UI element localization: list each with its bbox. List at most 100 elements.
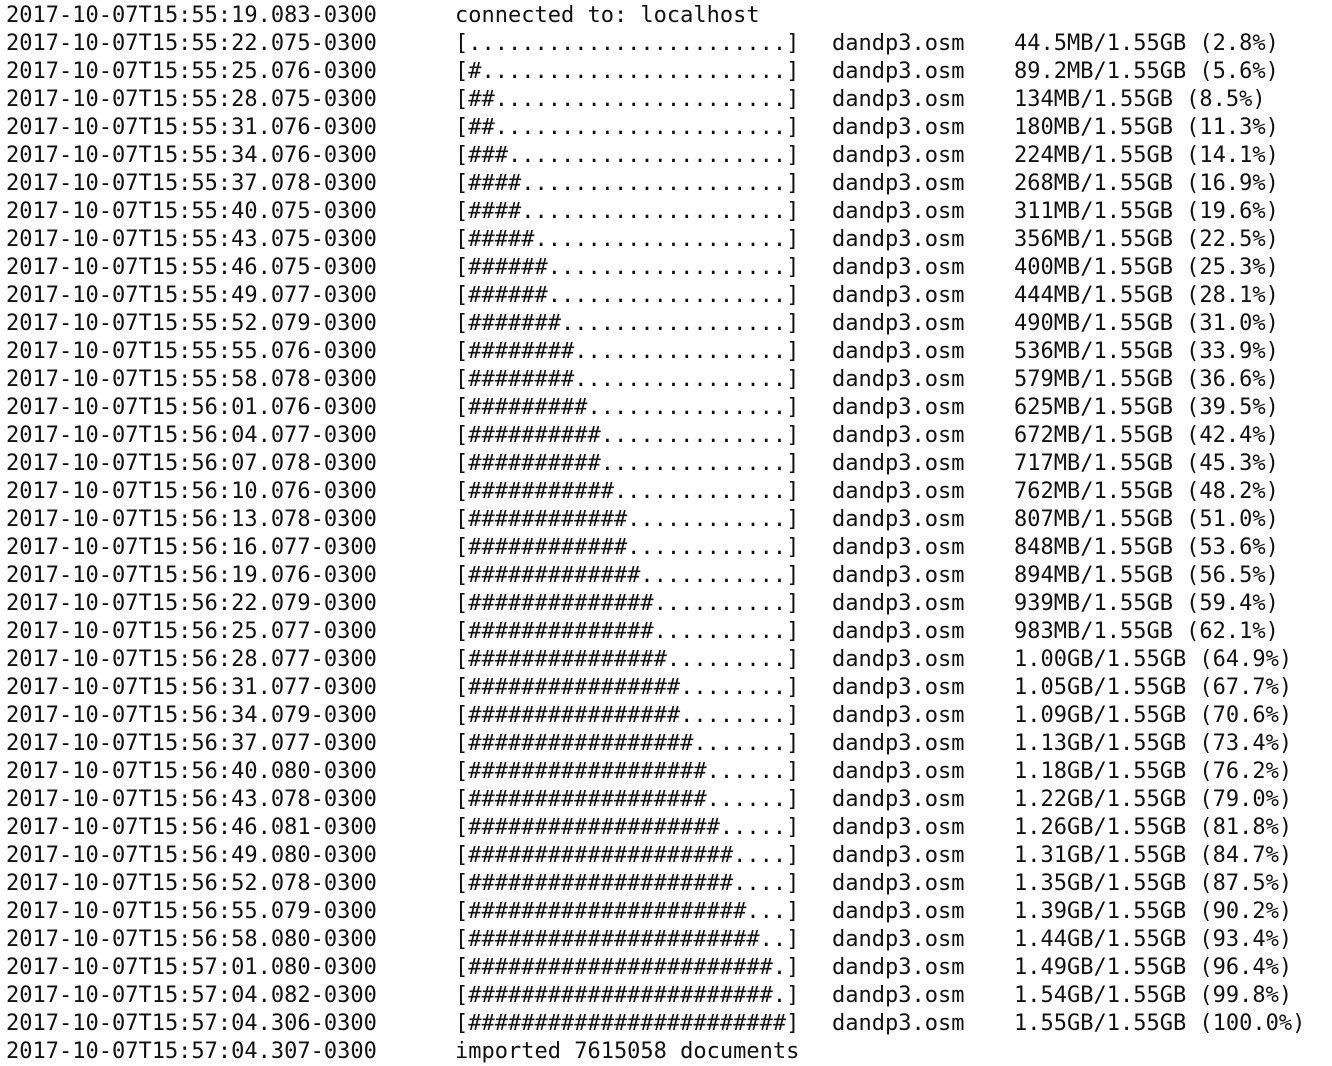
file-name: dandp3.osm bbox=[832, 563, 965, 588]
progress-bar: [#######################.] bbox=[455, 983, 800, 1008]
progress-text: 579MB/1.55GB (36.6%) bbox=[1014, 367, 1279, 392]
log-timestamp: 2017-10-07T15:56:10.076-0300 bbox=[6, 479, 377, 504]
progress-text: 1.22GB/1.55GB (79.0%) bbox=[1014, 787, 1293, 812]
log-timestamp: 2017-10-07T15:55:31.076-0300 bbox=[6, 115, 377, 140]
progress-text: 762MB/1.55GB (48.2%) bbox=[1014, 479, 1279, 504]
log-timestamp: 2017-10-07T15:56:52.078-0300 bbox=[6, 871, 377, 896]
progress-text: 536MB/1.55GB (33.9%) bbox=[1014, 339, 1279, 364]
file-name: dandp3.osm bbox=[832, 927, 965, 952]
progress-bar: [####################....] bbox=[455, 871, 800, 896]
progress-bar: [################........] bbox=[455, 703, 800, 728]
log-timestamp: 2017-10-07T15:55:43.075-0300 bbox=[6, 227, 377, 252]
progress-bar: [###########.............] bbox=[455, 479, 800, 504]
file-name: dandp3.osm bbox=[832, 815, 965, 840]
progress-text: 444MB/1.55GB (28.1%) bbox=[1014, 283, 1279, 308]
file-name: dandp3.osm bbox=[832, 255, 965, 280]
progress-bar: [##......................] bbox=[455, 87, 800, 112]
log-timestamp: 2017-10-07T15:55:28.075-0300 bbox=[6, 87, 377, 112]
progress-bar: [##################......] bbox=[455, 787, 800, 812]
log-timestamp: 2017-10-07T15:56:19.076-0300 bbox=[6, 563, 377, 588]
progress-bar: [########................] bbox=[455, 339, 800, 364]
progress-bar: [######..................] bbox=[455, 255, 800, 280]
terminal-output: 2017-10-07T15:55:19.083-0300 connected t… bbox=[0, 0, 1332, 1066]
progress-text: 400MB/1.55GB (25.3%) bbox=[1014, 255, 1279, 280]
log-timestamp: 2017-10-07T15:56:07.078-0300 bbox=[6, 451, 377, 476]
file-name: dandp3.osm bbox=[832, 619, 965, 644]
progress-bar: [........................] bbox=[455, 31, 800, 56]
log-timestamp: 2017-10-07T15:56:43.078-0300 bbox=[6, 787, 377, 812]
file-name: dandp3.osm bbox=[832, 311, 965, 336]
log-timestamp: 2017-10-07T15:56:37.077-0300 bbox=[6, 731, 377, 756]
progress-bar: [###############.........] bbox=[455, 647, 800, 672]
progress-bar: [####################....] bbox=[455, 843, 800, 868]
progress-bar: [###.....................] bbox=[455, 143, 800, 168]
progress-text: 134MB/1.55GB (8.5%) bbox=[1014, 87, 1266, 112]
progress-text: 180MB/1.55GB (11.3%) bbox=[1014, 115, 1279, 140]
file-name: dandp3.osm bbox=[832, 1011, 965, 1036]
file-name: dandp3.osm bbox=[832, 703, 965, 728]
progress-bar: [#######################.] bbox=[455, 955, 800, 980]
log-timestamp: 2017-10-07T15:56:28.077-0300 bbox=[6, 647, 377, 672]
connection-line: 2017-10-07T15:55:19.083-0300 connected t… bbox=[0, 2, 760, 30]
progress-text: 983MB/1.55GB (62.1%) bbox=[1014, 619, 1279, 644]
log-timestamp: 2017-10-07T15:55:52.079-0300 bbox=[6, 311, 377, 336]
file-name: dandp3.osm bbox=[832, 899, 965, 924]
file-name: dandp3.osm bbox=[832, 479, 965, 504]
progress-text: 894MB/1.55GB (56.5%) bbox=[1014, 563, 1279, 588]
log-timestamp: 2017-10-07T15:56:16.077-0300 bbox=[6, 535, 377, 560]
log-timestamp: 2017-10-07T15:56:46.081-0300 bbox=[6, 815, 377, 840]
progress-bar: [#####...................] bbox=[455, 227, 800, 252]
progress-text: 1.39GB/1.55GB (90.2%) bbox=[1014, 899, 1293, 924]
log-timestamp: 2017-10-07T15:55:22.075-0300 bbox=[6, 31, 377, 56]
progress-text: 1.49GB/1.55GB (96.4%) bbox=[1014, 955, 1293, 980]
progress-text: 625MB/1.55GB (39.5%) bbox=[1014, 395, 1279, 420]
file-name: dandp3.osm bbox=[832, 227, 965, 252]
progress-text: 1.55GB/1.55GB (100.0%) bbox=[1014, 1011, 1306, 1036]
log-timestamp: 2017-10-07T15:56:25.077-0300 bbox=[6, 619, 377, 644]
file-name: dandp3.osm bbox=[832, 367, 965, 392]
log-message: connected to: localhost bbox=[455, 3, 760, 28]
progress-text: 1.18GB/1.55GB (76.2%) bbox=[1014, 759, 1293, 784]
progress-text: 1.26GB/1.55GB (81.8%) bbox=[1014, 815, 1293, 840]
progress-text: 1.54GB/1.55GB (99.8%) bbox=[1014, 983, 1293, 1008]
progress-text: 672MB/1.55GB (42.4%) bbox=[1014, 423, 1279, 448]
progress-text: 311MB/1.55GB (19.6%) bbox=[1014, 199, 1279, 224]
log-timestamp: 2017-10-07T15:55:37.078-0300 bbox=[6, 171, 377, 196]
progress-bar: [#.......................] bbox=[455, 59, 800, 84]
progress-bar: [######..................] bbox=[455, 283, 800, 308]
file-name: dandp3.osm bbox=[832, 871, 965, 896]
progress-bar: [################........] bbox=[455, 675, 800, 700]
file-name: dandp3.osm bbox=[832, 759, 965, 784]
file-name: dandp3.osm bbox=[832, 115, 965, 140]
file-name: dandp3.osm bbox=[832, 199, 965, 224]
log-timestamp: 2017-10-07T15:57:01.080-0300 bbox=[6, 955, 377, 980]
log-timestamp: 2017-10-07T15:55:40.075-0300 bbox=[6, 199, 377, 224]
progress-bar: [####....................] bbox=[455, 199, 800, 224]
progress-text: 848MB/1.55GB (53.6%) bbox=[1014, 535, 1279, 560]
progress-text: 1.13GB/1.55GB (73.4%) bbox=[1014, 731, 1293, 756]
progress-text: 1.31GB/1.55GB (84.7%) bbox=[1014, 843, 1293, 868]
progress-bar: [#########...............] bbox=[455, 395, 800, 420]
file-name: dandp3.osm bbox=[832, 31, 965, 56]
progress-text: 807MB/1.55GB (51.0%) bbox=[1014, 507, 1279, 532]
log-timestamp: 2017-10-07T15:55:25.076-0300 bbox=[6, 59, 377, 84]
file-name: dandp3.osm bbox=[832, 59, 965, 84]
log-timestamp: 2017-10-07T15:56:22.079-0300 bbox=[6, 591, 377, 616]
log-timestamp: 2017-10-07T15:56:40.080-0300 bbox=[6, 759, 377, 784]
progress-text: 1.05GB/1.55GB (67.7%) bbox=[1014, 675, 1293, 700]
file-name: dandp3.osm bbox=[832, 339, 965, 364]
file-name: dandp3.osm bbox=[832, 87, 965, 112]
file-name: dandp3.osm bbox=[832, 283, 965, 308]
progress-text: 1.09GB/1.55GB (70.6%) bbox=[1014, 703, 1293, 728]
progress-bar: [##################......] bbox=[455, 759, 800, 784]
progress-bar: [############............] bbox=[455, 507, 800, 532]
progress-bar: [########................] bbox=[455, 367, 800, 392]
progress-text: 490MB/1.55GB (31.0%) bbox=[1014, 311, 1279, 336]
file-name: dandp3.osm bbox=[832, 731, 965, 756]
progress-text: 89.2MB/1.55GB (5.6%) bbox=[1014, 59, 1279, 84]
progress-text: 268MB/1.55GB (16.9%) bbox=[1014, 171, 1279, 196]
progress-text: 1.44GB/1.55GB (93.4%) bbox=[1014, 927, 1293, 952]
file-name: dandp3.osm bbox=[832, 535, 965, 560]
progress-bar: [###################.....] bbox=[455, 815, 800, 840]
log-timestamp: 2017-10-07T15:56:55.079-0300 bbox=[6, 899, 377, 924]
